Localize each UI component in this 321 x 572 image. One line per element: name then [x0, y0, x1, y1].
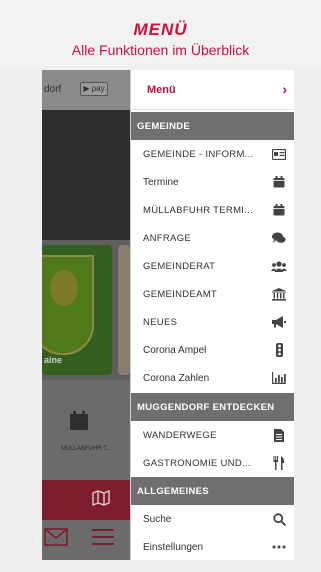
menu-item-muellabfuhr-termine[interactable]: MÜLLABFUHR TERMI...	[131, 196, 294, 224]
hamburger-icon	[92, 528, 114, 552]
menu-item-label: Corona Ampel	[143, 345, 207, 356]
menu-item-label: GEMEINDERAT	[143, 261, 216, 272]
menu-item-corona-ampel[interactable]: Corona Ampel	[131, 336, 294, 364]
app-hero-image	[42, 110, 130, 240]
building-icon	[271, 286, 287, 302]
phone-screen: dorf ▶ pay aine MÜLLABFUHR T... Menü › G…	[42, 70, 294, 560]
menu-item-label: Termine	[143, 177, 179, 188]
app-title-fragment: dorf	[44, 84, 62, 95]
menu-item-gemeindeamt[interactable]: GEMEINDEAMT	[131, 280, 294, 308]
menu-item-anfrage[interactable]: ANFRAGE	[131, 224, 294, 252]
app-tile-label: MÜLLABFUHR T...	[60, 446, 112, 452]
menu-item-suche[interactable]: Suche	[131, 505, 294, 533]
menu-item-wanderwege[interactable]: WANDERWEGE	[131, 421, 294, 449]
menu-item-label: MÜLLABFUHR TERMI...	[143, 205, 254, 216]
chevron-right-icon: ›	[282, 81, 287, 97]
menu-header-label: Menü	[147, 84, 176, 96]
app-bottom-bar	[42, 520, 130, 560]
menu-header-item[interactable]: Menü ›	[131, 70, 294, 110]
more-icon	[271, 539, 287, 555]
traffic-light-icon	[271, 342, 287, 358]
section-gemeinde: GEMEINDE	[131, 112, 294, 140]
menu-item-einstellungen[interactable]: Einstellungen	[131, 533, 294, 560]
menu-item-label: Einstellungen	[143, 542, 204, 553]
menu-item-neues[interactable]: NEUES	[131, 308, 294, 336]
app-cards: aine	[42, 240, 130, 380]
section-muggendorf-entdecken: MUGGENDORF ENTDECKEN	[131, 393, 294, 421]
menu-item-gemeinderat[interactable]: GEMEINDERAT	[131, 252, 294, 280]
section-title: ALLGEMEINES	[137, 486, 209, 497]
document-icon	[271, 427, 287, 443]
app-red-bar	[42, 480, 130, 520]
side-menu: Menü › GEMEINDE GEMEINDE - INFORM... Ter…	[130, 70, 294, 560]
app-card-label: aine	[44, 355, 63, 365]
id-card-icon	[271, 146, 287, 162]
search-icon	[271, 511, 287, 527]
header-subtitle: Alle Funktionen im Überblick	[71, 42, 250, 58]
menu-item-label: NEUES	[143, 317, 178, 328]
menu-item-label: WANDERWEGE	[143, 430, 217, 441]
pay-badge: ▶ pay	[80, 82, 108, 96]
mail-icon	[44, 528, 68, 551]
menu-item-label: ANFRAGE	[143, 233, 192, 244]
trash-calendar-icon	[68, 410, 90, 438]
menu-item-termine[interactable]: Termine	[131, 168, 294, 196]
menu-item-label: GEMEINDE - INFORM...	[143, 149, 254, 160]
pay-badge-label: pay	[91, 84, 105, 93]
menu-item-label: Corona Zahlen	[143, 373, 210, 384]
app-card-coat-of-arms: aine	[42, 245, 112, 375]
megaphone-icon	[271, 314, 287, 330]
menu-item-corona-zahlen[interactable]: Corona Zahlen	[131, 364, 294, 392]
menu-item-gemeinde-information[interactable]: GEMEINDE - INFORM...	[131, 140, 294, 168]
section-allgemeines: ALLGEMEINES	[131, 477, 294, 505]
background-app: dorf ▶ pay aine MÜLLABFUHR T...	[42, 70, 130, 560]
section-title: MUGGENDORF ENTDECKEN	[137, 402, 275, 413]
chat-icon	[271, 230, 287, 246]
bar-chart-icon	[271, 370, 287, 386]
app-topbar: dorf ▶ pay	[42, 70, 130, 110]
users-icon	[271, 258, 287, 274]
section-title: GEMEINDE	[137, 121, 191, 132]
screen-header: MENÜ Alle Funktionen im Überblick	[0, 0, 321, 66]
coat-of-arms-figure	[50, 270, 78, 306]
app-card-secondary	[118, 245, 130, 375]
app-tile-muellabfuhr: MÜLLABFUHR T...	[42, 380, 130, 480]
menu-item-label: GASTRONOMIE UND...	[143, 458, 251, 469]
menu-item-label: GEMEINDEAMT	[143, 289, 218, 300]
menu-item-label: Suche	[143, 514, 172, 525]
map-icon	[92, 489, 110, 511]
calendar-icon	[271, 174, 287, 190]
cutlery-icon	[271, 455, 287, 471]
calendar-icon	[271, 202, 287, 218]
header-title: MENÜ	[133, 20, 188, 39]
menu-item-gastronomie[interactable]: GASTRONOMIE UND...	[131, 449, 294, 477]
